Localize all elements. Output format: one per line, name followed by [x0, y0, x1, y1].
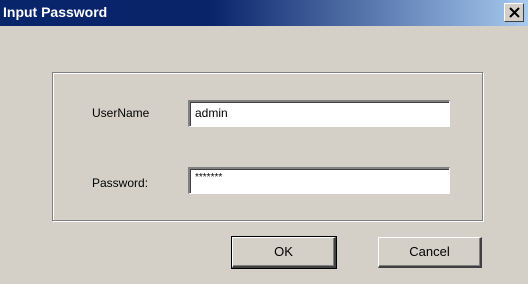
cancel-button[interactable]: Cancel [378, 237, 482, 268]
username-field[interactable]: admin [188, 100, 450, 127]
window-title: Input Password [3, 4, 108, 20]
title-bar[interactable]: Input Password [0, 0, 528, 26]
credentials-group [52, 72, 483, 221]
password-field[interactable]: ******* [188, 167, 450, 194]
password-label: Password: [92, 176, 149, 190]
ok-button[interactable]: OK [231, 236, 337, 269]
username-label: UserName [92, 106, 150, 120]
input-password-dialog: Input Password UserName admin Password: … [0, 0, 528, 284]
close-button[interactable] [504, 3, 524, 22]
close-icon [509, 7, 520, 18]
